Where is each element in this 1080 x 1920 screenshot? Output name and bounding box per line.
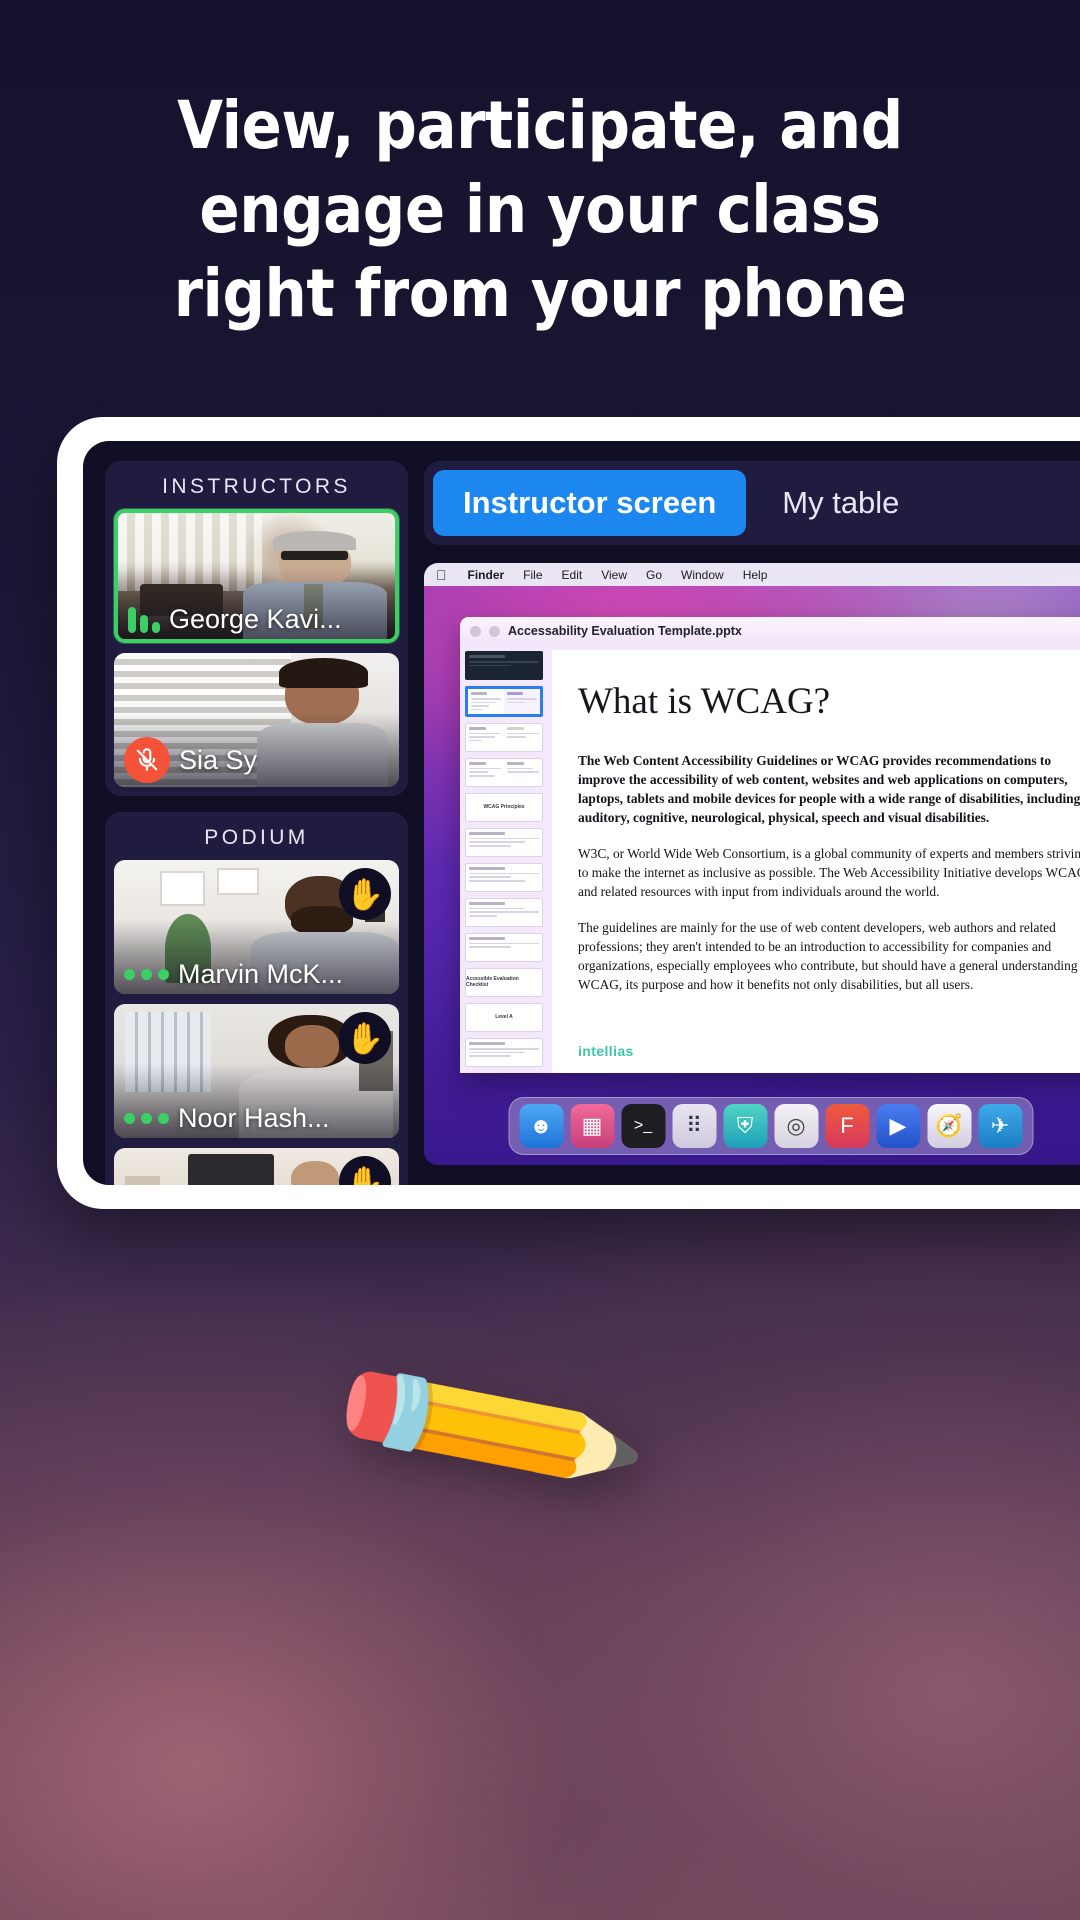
menu-item-help[interactable]: Help (743, 568, 768, 582)
slide-heading: What is WCAG? (578, 681, 831, 722)
menu-item-window[interactable]: Window (681, 568, 724, 582)
slide-thumbnail[interactable]: WCAG Principles (465, 792, 543, 822)
raised-hand-icon: ✋ (339, 868, 391, 920)
participant-nameline: Sia Sy (124, 737, 389, 783)
slide-paragraph-2: W3C, or World Wide Web Consortium, is a … (578, 846, 1080, 900)
audio-level-icon (128, 606, 160, 633)
telegram-icon[interactable]: ✈ (978, 1104, 1022, 1148)
instructors-heading: INSTRUCTORS (162, 475, 351, 498)
main-content-area: Instructor screen My table  Finder File… (424, 461, 1080, 1165)
slide-thumbnail-list[interactable]: WCAG Principles Accessible Evaluation Ch… (460, 645, 548, 1073)
macos-menu-bar:  Finder File Edit View Go Window Help (424, 563, 1080, 586)
figma-icon[interactable]: F (825, 1104, 869, 1148)
podium-panel: PODIUM ✋ Marvin McK... ✋ Noor Hash... ✋ (105, 812, 408, 1185)
powerpoint-titlebar: Accessability Evaluation Template.pptx (460, 617, 1080, 645)
tab-instructor-screen[interactable]: Instructor screen (433, 470, 747, 536)
instructors-panel: INSTRUCTORS George Kavi... Sia Sy (105, 461, 408, 796)
participants-sidebar: INSTRUCTORS George Kavi... Sia Sy PODIUM… (105, 461, 408, 1185)
menu-item-file[interactable]: File (523, 568, 542, 582)
speaking-dots-icon (124, 969, 169, 980)
document-title: Accessability Evaluation Template.pptx (508, 624, 742, 638)
page-title: View, participate, and engage in your cl… (173, 87, 907, 332)
participant-tile-instructor-2[interactable]: Sia Sy (114, 653, 399, 787)
slide-thumbnail-title: Accessible Evaluation Checklist (466, 976, 519, 989)
minimize-icon[interactable] (489, 625, 500, 637)
slide-thumbnail[interactable]: Accessible Evaluation Checklist (465, 967, 543, 997)
raised-hand-icon: ✋ (339, 1012, 391, 1064)
shared-screen-viewer[interactable]:  Finder File Edit View Go Window Help (424, 563, 1080, 1165)
slide-thumbnail-title: Level A (495, 1014, 513, 1021)
mic-muted-icon (124, 737, 170, 783)
close-icon[interactable] (470, 625, 481, 637)
participant-name: Noor Hash... (178, 1103, 330, 1133)
slide-thumbnail[interactable] (465, 686, 543, 717)
participant-tile-podium-3[interactable]: ✋ (114, 1148, 399, 1185)
grid-apps-icon[interactable]: ⠿ (672, 1104, 716, 1148)
slide-paragraph-3: The guidelines are mainly for the use of… (578, 920, 1080, 993)
participant-nameline: Marvin McK... (124, 959, 389, 990)
slide-thumbnail[interactable] (465, 757, 543, 787)
participant-name: Marvin McK... (178, 959, 344, 989)
macos-dock: ☻ ▦ >_ ⠿ ⛨ ◎ F ▶ 🧭 ✈ (508, 1097, 1033, 1155)
participant-tile-podium-2[interactable]: ✋ Noor Hash... (114, 1004, 399, 1138)
tab-bar: Instructor screen My table (424, 461, 1080, 545)
speaking-dots-icon (124, 1113, 169, 1124)
menu-item-finder[interactable]: Finder (468, 568, 505, 582)
framer-icon[interactable]: ▶ (876, 1104, 920, 1148)
slide-thumbnail[interactable] (465, 897, 543, 927)
finder-icon[interactable]: ☻ (519, 1104, 563, 1148)
tab-my-table[interactable]: My table (752, 470, 929, 536)
menu-item-go[interactable]: Go (646, 568, 662, 582)
menu-item-edit[interactable]: Edit (562, 568, 583, 582)
tablet-device-frame: INSTRUCTORS George Kavi... Sia Sy PODIUM… (57, 417, 1080, 1209)
slide-thumbnail[interactable] (465, 862, 543, 892)
slide-canvas: What is WCAG? The Web Content Accessibil… (552, 650, 1080, 1073)
slide-thumbnail[interactable] (465, 827, 543, 857)
menu-item-view[interactable]: View (601, 568, 627, 582)
participant-tile-instructor-1[interactable]: George Kavi... (114, 509, 399, 643)
participant-nameline: Noor Hash... (124, 1103, 389, 1134)
podium-heading: PODIUM (204, 826, 309, 849)
powerpoint-window: Accessability Evaluation Template.pptx W… (460, 617, 1080, 1073)
safari-icon[interactable]: 🧭 (927, 1104, 971, 1148)
apple-logo-icon:  (436, 567, 447, 583)
shield-icon[interactable]: ⛨ (723, 1104, 767, 1148)
participant-name: George Kavi... (169, 604, 342, 634)
slide-thumbnail[interactable] (465, 722, 543, 752)
tablet-screen: INSTRUCTORS George Kavi... Sia Sy PODIUM… (83, 441, 1080, 1185)
slide-thumbnail-title: WCAG Principles (483, 804, 525, 811)
slide-paragraph-1: The Web Content Accessibility Guidelines… (578, 753, 1080, 826)
participant-name: Sia Sy (179, 744, 258, 775)
slide-thumbnail[interactable] (465, 1037, 543, 1068)
browser-icon[interactable]: ◎ (774, 1104, 818, 1148)
slide-thumbnail[interactable] (465, 932, 543, 962)
powerpoint-body: WCAG Principles Accessible Evaluation Ch… (460, 645, 1080, 1073)
brand-logo: intellias (578, 1043, 634, 1059)
promo-screenshot: View, participate, and engage in your cl… (0, 0, 1080, 1920)
slide-thumbnail[interactable]: Level A (465, 1002, 543, 1032)
participant-tile-podium-1[interactable]: ✋ Marvin McK... (114, 860, 399, 994)
terminal-icon[interactable]: >_ (621, 1104, 665, 1148)
launchpad-icon[interactable]: ▦ (570, 1104, 614, 1148)
participant-nameline: George Kavi... (128, 604, 385, 635)
slide-thumbnail[interactable] (465, 651, 543, 681)
